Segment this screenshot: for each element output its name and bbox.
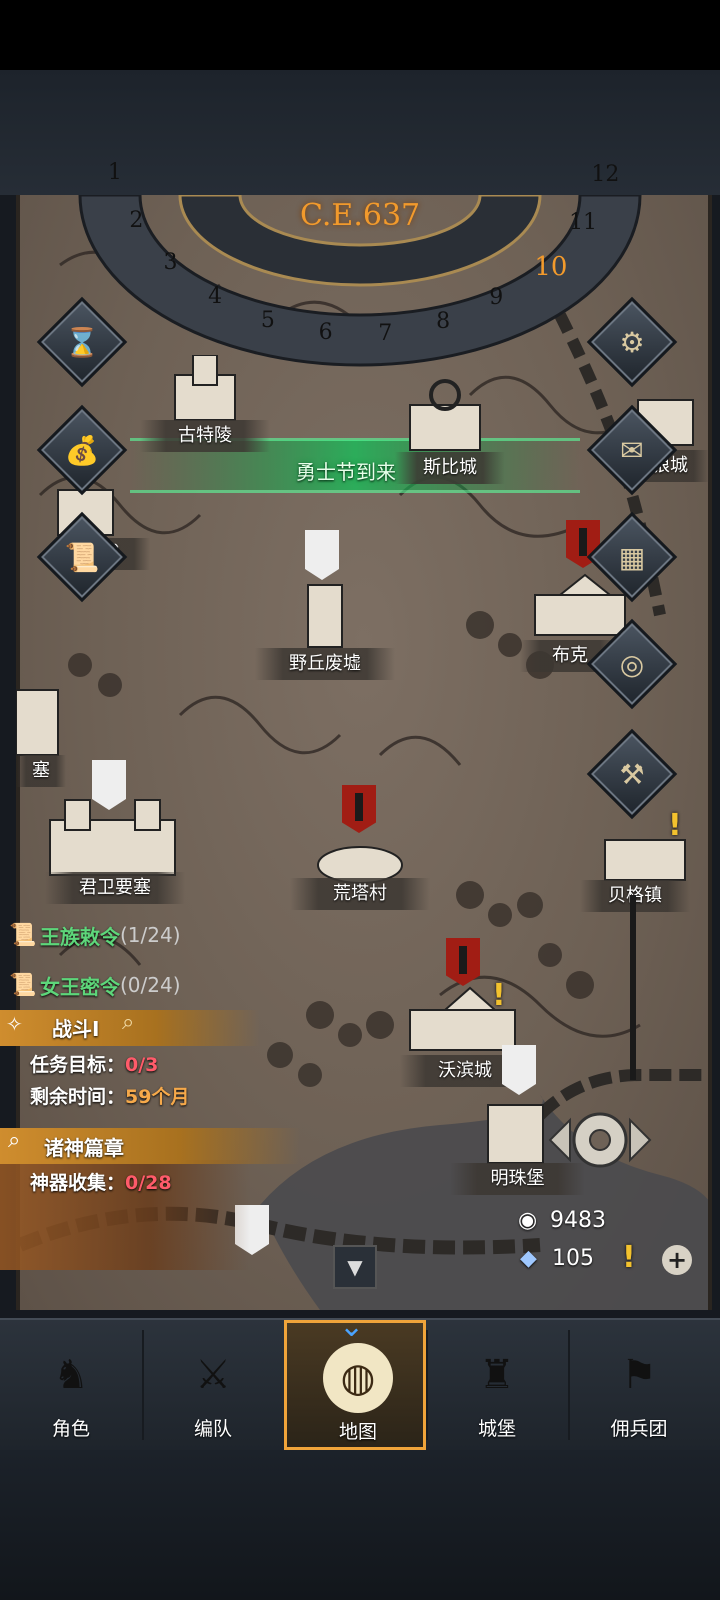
- nav-tab-label: 编队: [193, 1418, 232, 1440]
- flag-pole: [630, 895, 636, 1080]
- quest-royal-edict-label: 王族敕令: [40, 924, 120, 949]
- location-fort[interactable]: 塞: [16, 755, 66, 787]
- calendar-month: 11: [569, 210, 598, 236]
- quest-queen-order-label: 女王密令: [40, 974, 120, 999]
- battle-objective-label: 任务目标：: [30, 1054, 126, 1076]
- quest-queen-order-progress: (0/24): [120, 973, 181, 997]
- nav-tab-castle[interactable]: ♜ 城堡: [426, 1320, 568, 1450]
- formation-icon: ⚔: [195, 1352, 231, 1398]
- tower-wildhill: [307, 584, 343, 648]
- chevron-down-icon: ⌄: [339, 1309, 365, 1344]
- nav-tab-formation[interactable]: ⚔ 编队: [142, 1320, 284, 1450]
- nav-tab-label: 角色: [51, 1418, 90, 1440]
- chevron-down-icon: ▼: [347, 1255, 363, 1279]
- calendar-month: 1: [107, 159, 122, 185]
- gods-artifact: 神器收集：0/28: [30, 1168, 172, 1195]
- alert-south-icon: !: [622, 1240, 636, 1275]
- calendar-month: 6: [318, 320, 333, 346]
- battle-quest-title: 战斗I: [52, 1017, 100, 1041]
- bag-icon: 💰: [64, 433, 100, 467]
- battle-time-value: 59个月: [125, 1086, 190, 1108]
- calendar-month: 12: [591, 162, 620, 188]
- quest-royal-edict-progress: (1/24): [120, 923, 181, 947]
- gods-quest-title: 诸神篇章: [44, 1136, 124, 1160]
- coin-icon: ◎: [619, 647, 645, 681]
- calendar-month: 8: [436, 308, 451, 334]
- hammer-icon: ⚒: [619, 757, 645, 791]
- gods-artifact-value: 0/28: [125, 1172, 172, 1194]
- battle-time: 剩余时间：59个月: [30, 1082, 189, 1109]
- location-junwei-fortress[interactable]: 君卫要塞: [45, 872, 185, 904]
- silver-coin-icon: ◉: [518, 1208, 538, 1233]
- add-resource-button[interactable]: +: [662, 1245, 692, 1275]
- quest-queen-order[interactable]: 📜 女王密令 (0/24): [6, 965, 181, 1005]
- scroll-icon: 📜: [9, 972, 37, 998]
- location-wild-hill-ruins[interactable]: 野丘废墟: [255, 648, 395, 680]
- status-bar: [0, 0, 720, 70]
- compass-icon: ✧: [6, 1012, 23, 1036]
- silver-amount: 9483: [550, 1208, 606, 1233]
- search-icon: ⌕: [8, 1128, 21, 1153]
- crystal-amount: 105: [552, 1246, 594, 1271]
- arrow-right-icon: [629, 1117, 652, 1163]
- grid-icon: ▦: [618, 540, 646, 574]
- scroll-icon: 📜: [9, 922, 37, 948]
- calendar-month: 9: [489, 285, 504, 311]
- nav-tab-mercenary[interactable]: ⚑ 佣兵团: [568, 1320, 710, 1450]
- nav-tab-label: 佣兵团: [610, 1418, 668, 1440]
- calendar-month: 3: [163, 249, 178, 275]
- castle-mingzhu: [487, 1104, 544, 1164]
- castle-fort-west: [16, 689, 59, 756]
- castle-icon: ♜: [479, 1352, 515, 1398]
- castle-junwei: [49, 799, 176, 876]
- nav-tab-label: 城堡: [477, 1418, 516, 1440]
- collapse-button[interactable]: ▼: [333, 1245, 377, 1289]
- knight-icon: ♞: [53, 1352, 89, 1398]
- scroll-icon: 📜: [64, 540, 100, 574]
- location-huangta-village[interactable]: 荒塔村: [290, 878, 430, 910]
- calendar-month: 10: [534, 251, 568, 282]
- alert-wobin-icon: !: [492, 978, 506, 1013]
- calendar-month: 2: [129, 207, 144, 233]
- mercenary-icon: ⚑: [621, 1352, 657, 1398]
- battle-time-label: 剩余时间：: [30, 1086, 126, 1108]
- location-sibi-city[interactable]: 斯比城: [395, 452, 505, 484]
- battle-objective: 任务目标：0/3: [30, 1050, 158, 1077]
- calendar-month: 4: [208, 283, 223, 309]
- mail-icon: ✉: [620, 433, 644, 467]
- nav-tab-character[interactable]: ♞ 角色: [0, 1320, 142, 1450]
- calendar-month: 5: [260, 307, 275, 333]
- locate-control[interactable]: [545, 1105, 655, 1175]
- hourglass-icon: ⌛: [64, 325, 100, 359]
- search-icon[interactable]: ⌕: [122, 1010, 134, 1035]
- arrow-left-icon: [548, 1117, 571, 1163]
- nav-tab-label: 地图: [338, 1421, 377, 1443]
- gear-icon: ⚙: [619, 325, 645, 359]
- event-banner-text: 勇士节到来: [296, 460, 396, 484]
- alert-beige-icon: !: [668, 808, 682, 843]
- castle-gutling: [174, 355, 236, 421]
- crystal-icon: ◆: [520, 1246, 537, 1271]
- world-map-icon: ◍: [323, 1343, 393, 1413]
- location-gutling[interactable]: 古特陵: [140, 420, 270, 452]
- battle-objective-value: 0/3: [125, 1054, 159, 1076]
- calendar-year: C.E.637: [300, 198, 421, 233]
- nav-tab-map[interactable]: ◍ ⌄ 地图: [284, 1309, 426, 1450]
- calendar-month: 7: [378, 320, 393, 346]
- quest-royal-edict[interactable]: 📜 王族敕令 (1/24): [6, 915, 181, 955]
- locked-city: [409, 379, 481, 451]
- bottom-background: [0, 1450, 720, 1600]
- gods-artifact-label: 神器收集：: [30, 1172, 126, 1194]
